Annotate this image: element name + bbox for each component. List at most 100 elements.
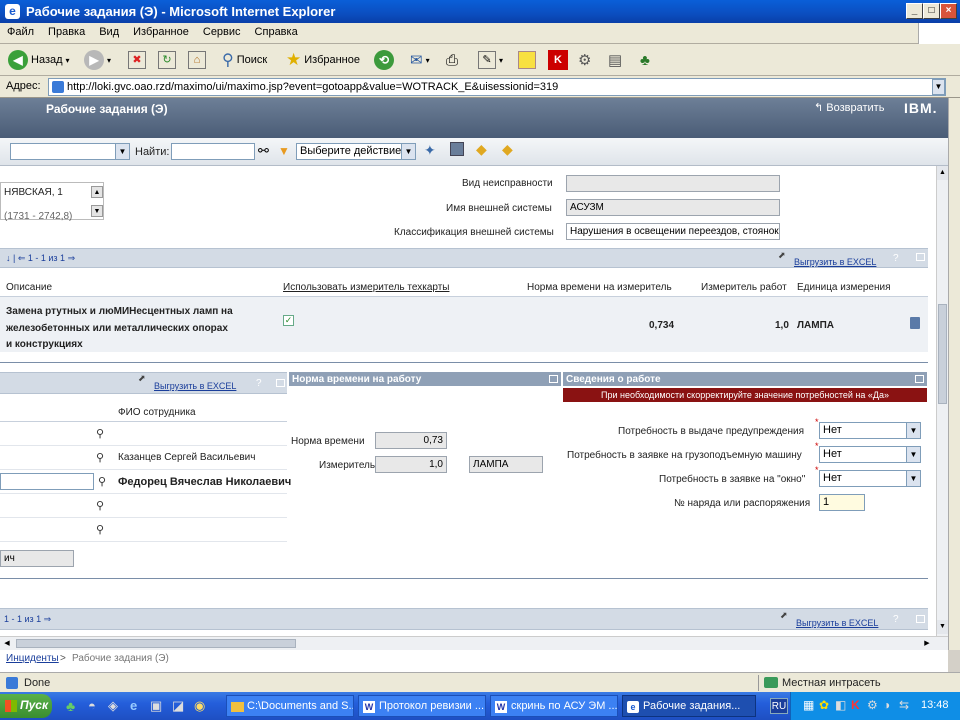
menu-help[interactable]: Справка (248, 23, 305, 41)
network-icon[interactable]: ⇆ (899, 698, 909, 712)
binoculars-icon[interactable]: ⚯ (258, 143, 269, 159)
search-icon[interactable]: ⚲ (96, 499, 104, 512)
help-icon[interactable]: ? (893, 253, 899, 264)
menu-tools[interactable]: Сервис (196, 23, 248, 41)
language-indicator[interactable]: RU (770, 698, 788, 714)
list-item[interactable]: ⚲ Федорец Вячеслав Николаевич (0, 470, 291, 494)
meter-field[interactable]: 1,0 (375, 456, 447, 473)
bottom-export-excel-link[interactable]: Выгрузить в EXCEL (796, 618, 878, 628)
tray-icon-1[interactable]: ▦ (803, 698, 814, 712)
search-icon[interactable]: ⚲ (96, 523, 104, 536)
search-icon[interactable]: ⚲ (96, 427, 104, 440)
workers-export-excel-link[interactable]: Выгрузить в EXCEL (154, 381, 236, 391)
tasks-export-excel-link[interactable]: Выгрузить в EXCEL (794, 257, 876, 267)
trash-icon[interactable] (910, 317, 920, 329)
find-input[interactable] (171, 143, 255, 160)
scroll-down-icon[interactable]: ▼ (91, 205, 103, 217)
home-button[interactable]: ⌂ (188, 49, 206, 71)
refresh-button[interactable]: ↻ (158, 49, 176, 71)
query-select[interactable]: ▼ (10, 143, 130, 160)
kaspersky-tray-icon[interactable]: K (851, 698, 860, 712)
content-vertical-scrollbar[interactable]: ▲ ▼ (936, 166, 948, 636)
need-crane-select[interactable]: Нет ▼ (819, 446, 921, 463)
quicklaunch-icon-3[interactable]: ◈ (108, 698, 118, 714)
list-item[interactable]: ⚲ (0, 494, 287, 518)
help-icon[interactable]: ? (256, 378, 262, 389)
search-icon[interactable]: ⚲ (98, 475, 106, 488)
quicklaunch-icon-5[interactable]: ▣ (150, 698, 162, 714)
print-button[interactable]: ⎙ (446, 49, 458, 71)
favorites-button[interactable]: ★ Избранное (286, 49, 360, 71)
notes-button[interactable] (518, 49, 536, 71)
history-button[interactable]: ⟲ (374, 49, 394, 71)
return-link[interactable]: ↰ Возвратить (814, 101, 884, 114)
tray-icon-3[interactable]: ◧ (835, 698, 846, 712)
address-dropdown-icon[interactable]: ▼ (932, 79, 945, 95)
scroll-right-icon[interactable]: ▶ (920, 637, 934, 650)
previous-record-icon[interactable]: ◆ (476, 141, 487, 158)
search-button[interactable]: ⚲ Поиск (222, 49, 267, 71)
taskbar-item-workorders[interactable]: Рабочие задания... (622, 695, 756, 717)
menu-edit[interactable]: Правка (41, 23, 92, 41)
minimize-button[interactable]: _ (906, 3, 923, 19)
search-icon[interactable]: ⚲ (96, 451, 104, 464)
quicklaunch-icon-2[interactable]: ◓ (88, 698, 96, 713)
tray-icon-6[interactable]: ◑ (883, 698, 890, 712)
scroll-thumb[interactable] (938, 304, 947, 404)
tool-button-1[interactable]: ⚙ (578, 49, 591, 71)
edit-button[interactable]: ✎ ▾ (478, 49, 503, 71)
quicklaunch-icon-7[interactable]: ◉ (194, 698, 205, 714)
quicklaunch-icon-6[interactable]: ◪ (172, 698, 184, 714)
quicklaunch-tree-icon[interactable]: ♣ (66, 698, 75, 714)
minimize-section-icon[interactable] (549, 375, 558, 383)
tasks-table-nav[interactable]: ↓ | ⇐ 1 - 1 из 1 ⇒ (6, 253, 75, 264)
list-item[interactable]: ⚲ (0, 518, 287, 542)
unit-field[interactable]: ЛАМПА (469, 456, 543, 473)
worker-code-input[interactable] (0, 473, 94, 490)
use-meter-checkbox[interactable]: ✓ (283, 315, 294, 326)
list-item[interactable]: ⚲ (0, 422, 287, 446)
scroll-thumb[interactable] (16, 639, 296, 648)
list-item[interactable]: ⚲ Казанцев Сергей Васильевич (0, 446, 287, 470)
help-icon[interactable]: ? (893, 614, 899, 625)
taskbar-item-protocol[interactable]: Протокол ревизии ... (358, 695, 486, 717)
messenger-button[interactable]: ♣ (640, 49, 650, 71)
menu-favorites[interactable]: Избранное (126, 23, 196, 41)
content-horizontal-scrollbar[interactable]: ◀ ▶ (0, 636, 948, 650)
table-row[interactable]: Замена ртутных и люМИНесцентных ламп на … (0, 297, 928, 352)
bottom-nav[interactable]: 1 - 1 из 1 ⇒ (4, 614, 51, 625)
norm-field[interactable]: 0,73 (375, 432, 447, 449)
scroll-down-icon[interactable]: ▼ (937, 620, 948, 634)
save-icon[interactable] (450, 142, 464, 156)
stop-button[interactable]: ✖ (128, 49, 146, 71)
minimize-section-icon[interactable] (276, 379, 285, 387)
close-button[interactable]: × (940, 3, 957, 19)
taskbar-item-explorer[interactable]: C:\Documents and S... (226, 695, 354, 717)
new-record-icon[interactable]: ✦ (424, 142, 436, 159)
menu-view[interactable]: Вид (92, 23, 126, 41)
back-button[interactable]: ◀ Назад ▾ (8, 49, 70, 71)
minimize-section-icon[interactable] (915, 375, 924, 383)
breadcrumb-link[interactable]: Инциденты (6, 653, 59, 664)
tool-button-2[interactable]: ▤ (608, 49, 622, 71)
next-record-icon[interactable]: ◆ (502, 141, 513, 158)
scroll-up-icon[interactable]: ▲ (937, 166, 948, 180)
kaspersky-button[interactable]: K (548, 49, 568, 71)
forward-button[interactable]: ▶ ▾ (84, 49, 111, 71)
maximize-button[interactable]: □ (923, 3, 940, 19)
window-scrollbar-top[interactable] (948, 98, 960, 650)
scroll-up-icon[interactable]: ▲ (91, 186, 103, 198)
action-select[interactable]: Выберите действие ▼ (296, 143, 416, 160)
need-window-select[interactable]: Нет ▼ (819, 470, 921, 487)
address-input[interactable]: http://loki.gvc.oao.rzd/maximo/ui/maximo… (48, 78, 946, 96)
scroll-left-icon[interactable]: ◀ (0, 637, 14, 650)
need-warning-select[interactable]: Нет ▼ (819, 422, 921, 439)
fault-type-field[interactable] (566, 175, 780, 192)
tray-icon-2[interactable]: ✿ (819, 698, 829, 712)
menu-file[interactable]: Файл (0, 23, 41, 41)
taskbar-item-screenshot[interactable]: скринь по АСУ ЭМ ... (490, 695, 618, 717)
col-use-meter[interactable]: Использовать измеритель техкарты (283, 282, 449, 293)
ext-class-field[interactable]: Нарушения в освещении переездов, стоянок (566, 223, 780, 240)
ext-system-field[interactable]: АСУЗМ (566, 199, 780, 216)
arrow-down-icon[interactable]: ▼ (278, 144, 290, 158)
